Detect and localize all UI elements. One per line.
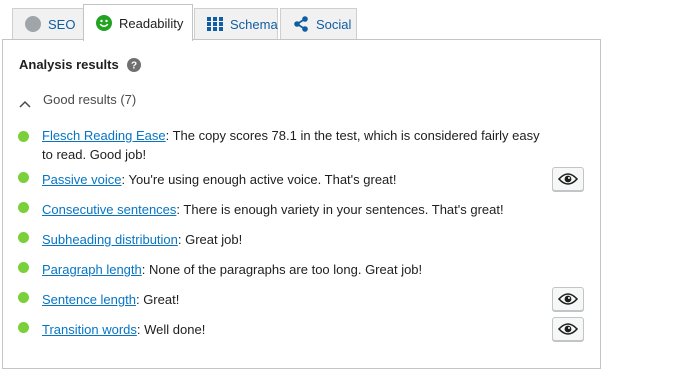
tab-social[interactable]: Social bbox=[280, 8, 357, 39]
result-text: Transition words: Well done! bbox=[42, 320, 552, 339]
good-status-bullet bbox=[18, 172, 29, 183]
analysis-panel: Analysis results ? Good results (7) Fles… bbox=[2, 39, 601, 369]
eye-button[interactable] bbox=[552, 317, 584, 341]
share-icon bbox=[293, 16, 309, 32]
result-text: Flesch Reading Ease: The copy scores 78.… bbox=[42, 126, 552, 164]
result-text: Passive voice: You're using enough activ… bbox=[42, 170, 552, 189]
tab-readability[interactable]: Readability bbox=[83, 4, 193, 41]
result-message: : There is enough variety in your senten… bbox=[176, 202, 504, 217]
result-text: Subheading distribution: Great job! bbox=[42, 230, 552, 249]
good-status-bullet bbox=[18, 262, 29, 273]
result-link[interactable]: Passive voice bbox=[42, 172, 121, 187]
result-link[interactable]: Transition words bbox=[42, 322, 137, 337]
result-link[interactable]: Consecutive sentences bbox=[42, 202, 176, 217]
analysis-header: Analysis results ? bbox=[19, 57, 141, 72]
result-message: : You're using enough active voice. That… bbox=[121, 172, 397, 187]
eye-icon bbox=[557, 172, 579, 186]
grid-icon bbox=[207, 16, 223, 32]
result-text: Sentence length: Great! bbox=[42, 290, 552, 309]
tab-schema-label: Schema bbox=[230, 16, 278, 32]
result-link[interactable]: Paragraph length bbox=[42, 262, 142, 277]
smiley-face-icon bbox=[96, 15, 112, 31]
chevron-up-icon bbox=[19, 96, 31, 108]
result-message: : Well done! bbox=[136, 322, 206, 337]
good-status-bullet bbox=[18, 322, 29, 333]
tab-seo-label: SEO bbox=[48, 16, 76, 32]
result-text: Paragraph length: None of the paragraphs… bbox=[42, 260, 552, 279]
tab-schema[interactable]: Schema bbox=[194, 8, 278, 39]
seo-score-circle-icon bbox=[25, 16, 41, 32]
result-link[interactable]: Sentence length bbox=[42, 292, 136, 307]
good-status-bullet bbox=[18, 131, 29, 142]
good-results-label: Good results (7) bbox=[43, 92, 137, 107]
result-message: : Great job! bbox=[177, 232, 243, 247]
tab-social-label: Social bbox=[316, 16, 352, 32]
good-status-bullet bbox=[18, 202, 29, 213]
result-text: Consecutive sentences: There is enough v… bbox=[42, 200, 552, 219]
good-status-bullet bbox=[18, 292, 29, 303]
eye-icon bbox=[557, 322, 579, 336]
tab-seo[interactable]: SEO bbox=[12, 8, 90, 39]
svg-text:?: ? bbox=[131, 60, 137, 71]
eye-icon bbox=[557, 292, 579, 306]
analysis-title: Analysis results bbox=[19, 57, 119, 72]
result-link[interactable]: Flesch Reading Ease bbox=[42, 128, 166, 143]
good-results-toggle[interactable]: Good results (7) bbox=[19, 92, 137, 108]
eye-button[interactable] bbox=[552, 287, 584, 311]
eye-button[interactable] bbox=[552, 167, 584, 191]
tab-readability-label: Readability bbox=[119, 15, 184, 31]
good-status-bullet bbox=[18, 232, 29, 243]
result-message: : Great! bbox=[135, 292, 180, 307]
question-circle-icon[interactable]: ? bbox=[126, 57, 141, 72]
result-message: : None of the paragraphs are too long. G… bbox=[141, 262, 423, 277]
result-link[interactable]: Subheading distribution bbox=[42, 232, 178, 247]
